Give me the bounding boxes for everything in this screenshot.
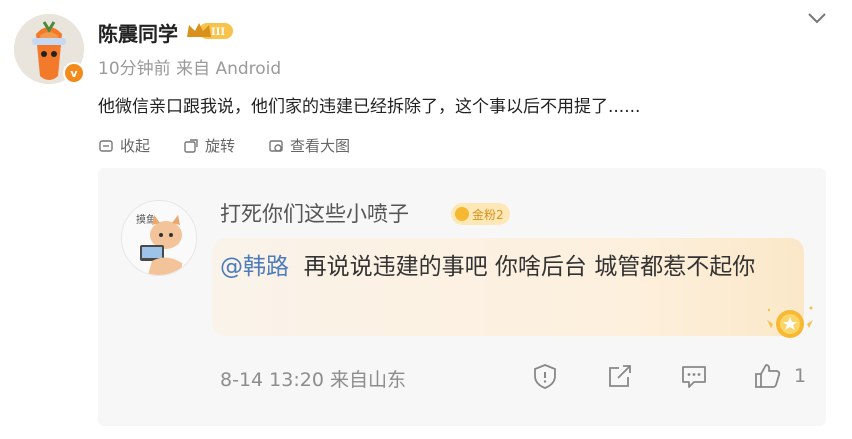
like-count: 1 <box>794 365 807 387</box>
commenter-avatar[interactable]: 摸鱼 <box>121 200 197 276</box>
collapse-icon <box>99 139 113 152</box>
fan-badge[interactable]: 金粉2 <box>451 203 510 225</box>
report-icon[interactable] <box>531 362 559 390</box>
post-source: 来自 Android <box>176 59 282 79</box>
post-text: 他微信亲口跟我说，他们家的违建已经拆除了，这个事以后不用提了...... <box>98 97 641 117</box>
comment-text: @韩路 再说说违建的事吧 你啥后台 城管都惹不起你 <box>220 245 790 290</box>
post-time: 10分钟前 <box>98 59 171 79</box>
rotate-icon <box>184 138 198 153</box>
author-name[interactable]: 陈震同学 <box>98 18 178 47</box>
collapse-button[interactable]: 收起 <box>98 135 150 156</box>
like-icon[interactable] <box>753 362 781 390</box>
view-image-icon <box>269 139 283 152</box>
chevron-down-icon[interactable] <box>806 8 828 28</box>
crown-icon[interactable]: III <box>185 20 235 42</box>
collapse-label: 收起 <box>120 137 151 155</box>
comment-time: 8-14 13:20 <box>220 369 324 391</box>
comment-icon[interactable] <box>680 362 708 390</box>
verified-badge: v <box>63 62 85 84</box>
rotate-button[interactable]: 旋转 <box>183 135 235 156</box>
fan-badge-icon <box>455 207 469 221</box>
comment-location: 来自山东 <box>329 369 406 391</box>
post-meta: 10分钟前 来自 Android <box>98 54 281 79</box>
gold-medal-icon <box>765 302 815 340</box>
view-large-button[interactable]: 查看大图 <box>268 135 350 156</box>
comment-meta: 8-14 13:20 来自山东 <box>220 365 406 392</box>
view-large-label: 查看大图 <box>290 137 351 155</box>
share-icon[interactable] <box>606 362 634 390</box>
level-badge-text: III <box>211 27 225 38</box>
fan-badge-label: 金粉2 <box>472 207 504 222</box>
comment-body: 再说说违建的事吧 你啥后台 城管都惹不起你 <box>303 254 756 280</box>
commenter-name[interactable]: 打死你们这些小喷子 <box>220 198 409 228</box>
mention-link[interactable]: @韩路 <box>220 254 289 280</box>
rotate-label: 旋转 <box>205 137 236 155</box>
